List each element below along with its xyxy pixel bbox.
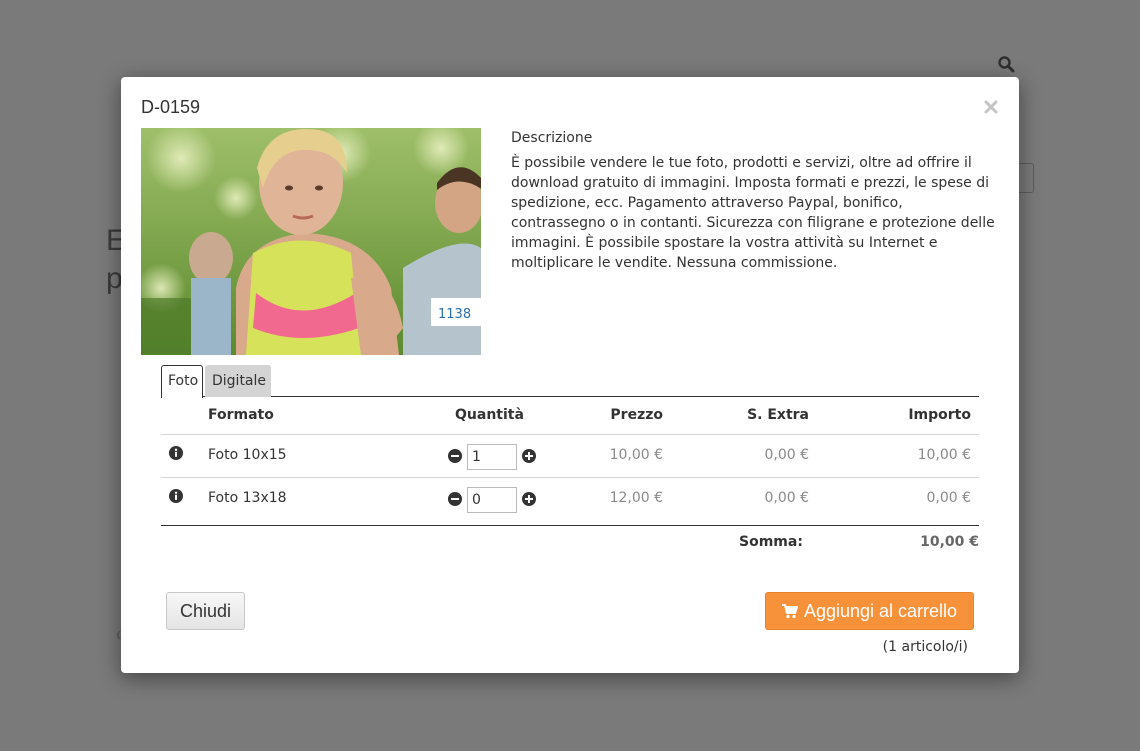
items-count: (1 articolo/i) [882,639,968,655]
header-formato: Formato [208,407,274,423]
row-prezzo: 12,00 € [609,490,663,506]
photo-modal: D-0159 1138 Descrizione È possibile vend… [121,77,1019,673]
product-photo: 1138 [141,128,481,355]
header-importo: Importo [908,407,971,423]
quantity-input[interactable] [467,487,517,513]
add-to-cart-button[interactable]: Aggiungi al carrello [765,592,974,630]
format-tabs: Foto Digitale [161,365,979,398]
search-icon[interactable] [997,55,1015,73]
quantity-input[interactable] [467,444,517,470]
tab-foto[interactable]: Foto [161,365,203,398]
info-icon[interactable] [169,446,183,460]
price-table: Formato Quantità Prezzo S. Extra Importo… [161,397,979,526]
row-formato: Foto 13x18 [208,490,287,506]
row-formato: Foto 10x15 [208,447,287,463]
description-title: Descrizione [511,130,593,146]
header-extra: S. Extra [747,407,809,423]
close-button[interactable]: Chiudi [166,592,245,630]
header-quantita: Quantità [455,407,524,423]
info-icon[interactable] [169,489,183,503]
sum-label: Somma: [739,534,803,550]
close-icon[interactable] [983,99,999,115]
cart-icon [781,604,798,619]
table-row: Foto 13x18 12,00 € 0,00 € 0,00 € [161,478,979,526]
minus-circle-icon[interactable] [448,492,462,506]
minus-circle-icon[interactable] [448,449,462,463]
bib-number: 1138 [438,307,471,322]
row-importo: 0,00 € [926,490,971,506]
row-extra: 0,00 € [764,447,809,463]
add-to-cart-label: Aggiungi al carrello [803,600,958,621]
row-importo: 10,00 € [917,447,971,463]
header-prezzo: Prezzo [610,407,663,423]
modal-title: D-0159 [141,97,201,117]
row-extra: 0,00 € [764,490,809,506]
table-footer: Somma: 10,00 € [161,525,979,555]
sum-value: 10,00 € [920,534,979,550]
table-row: Foto 10x15 10,00 € 0,00 € 10,00 € [161,435,979,478]
row-prezzo: 10,00 € [609,447,663,463]
table-header: Formato Quantità Prezzo S. Extra Importo [161,397,979,435]
plus-circle-icon[interactable] [522,449,536,463]
tab-digitale[interactable]: Digitale [205,365,271,397]
description-text: È possibile vendere le tue foto, prodott… [511,155,995,271]
plus-circle-icon[interactable] [522,492,536,506]
